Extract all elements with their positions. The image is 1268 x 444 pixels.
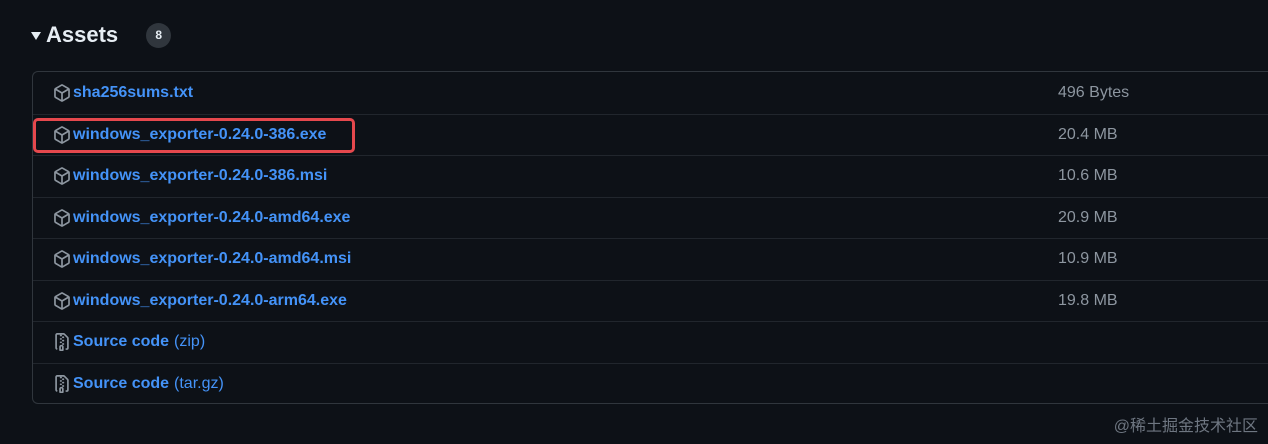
package-icon: [53, 167, 71, 186]
asset-name: windows_exporter-0.24.0-amd64.msi: [73, 250, 352, 268]
asset-name: sha256sums.txt: [73, 83, 194, 101]
asset-link-amd64-msi[interactable]: windows_exporter-0.24.0-amd64.msi: [53, 250, 352, 269]
asset-link-386-msi[interactable]: windows_exporter-0.24.0-386.msi: [53, 167, 328, 186]
asset-row: windows_exporter-0.24.0-amd64.exe 20.9 M…: [33, 196, 1268, 239]
asset-size: 20.9 MB: [1058, 208, 1118, 226]
asset-link-sha256sums[interactable]: sha256sums.txt: [53, 84, 193, 102]
asset-link-source-zip[interactable]: Source code (zip): [53, 333, 206, 352]
asset-name: windows_exporter-0.24.0-arm64.exe: [73, 291, 347, 309]
asset-link-source-tar-gz[interactable]: Source code (tar.gz): [53, 374, 224, 393]
file-zip-icon: [53, 374, 71, 393]
file-zip-icon: [53, 333, 71, 352]
asset-name: windows_exporter-0.24.0-386.exe: [73, 125, 327, 143]
asset-size: 10.9 MB: [1058, 250, 1118, 268]
asset-name: windows_exporter-0.24.0-386.msi: [73, 167, 328, 185]
asset-name: windows_exporter-0.24.0-amd64.exe: [73, 208, 351, 226]
asset-link-arm64-exe[interactable]: windows_exporter-0.24.0-arm64.exe: [53, 292, 347, 310]
caret-down-icon[interactable]: [31, 32, 41, 40]
asset-name: Source code: [73, 374, 170, 392]
asset-link-amd64-exe[interactable]: windows_exporter-0.24.0-amd64.exe: [53, 209, 350, 227]
asset-row: windows_exporter-0.24.0-amd64.msi 10.9 M…: [33, 238, 1268, 280]
asset-row: windows_exporter-0.24.0-386.exe 20.4 MB: [33, 113, 1268, 156]
asset-row: Source code (tar.gz): [33, 362, 1268, 404]
assets-title: Assets: [46, 22, 119, 47]
asset-size: 496 Bytes: [1058, 83, 1130, 101]
asset-link-386-exe[interactable]: windows_exporter-0.24.0-386.exe: [53, 126, 326, 144]
asset-row: windows_exporter-0.24.0-386.msi 10.6 MB: [33, 155, 1268, 197]
package-icon: [53, 125, 71, 144]
package-icon: [53, 250, 71, 269]
asset-format: (zip): [174, 333, 206, 351]
asset-row: Source code (zip): [33, 321, 1268, 363]
asset-row: windows_exporter-0.24.0-arm64.exe 19.8 M…: [33, 279, 1268, 322]
package-icon: [53, 83, 71, 102]
asset-size: 19.8 MB: [1058, 291, 1118, 309]
asset-format: (tar.gz): [174, 374, 224, 392]
asset-name: Source code: [73, 333, 170, 351]
assets-header[interactable]: Assets 8: [31, 20, 172, 50]
asset-size: 10.6 MB: [1058, 167, 1118, 185]
asset-row: sha256sums.txt 496 Bytes: [33, 72, 1268, 114]
package-icon: [53, 291, 71, 310]
assets-list: sha256sums.txt 496 Bytes windows_exporte…: [32, 71, 1268, 404]
assets-count-badge: 8: [146, 22, 172, 48]
package-icon: [53, 208, 71, 227]
watermark-text: @稀土掘金技术社区: [1113, 418, 1258, 435]
asset-size: 20.4 MB: [1058, 125, 1118, 143]
